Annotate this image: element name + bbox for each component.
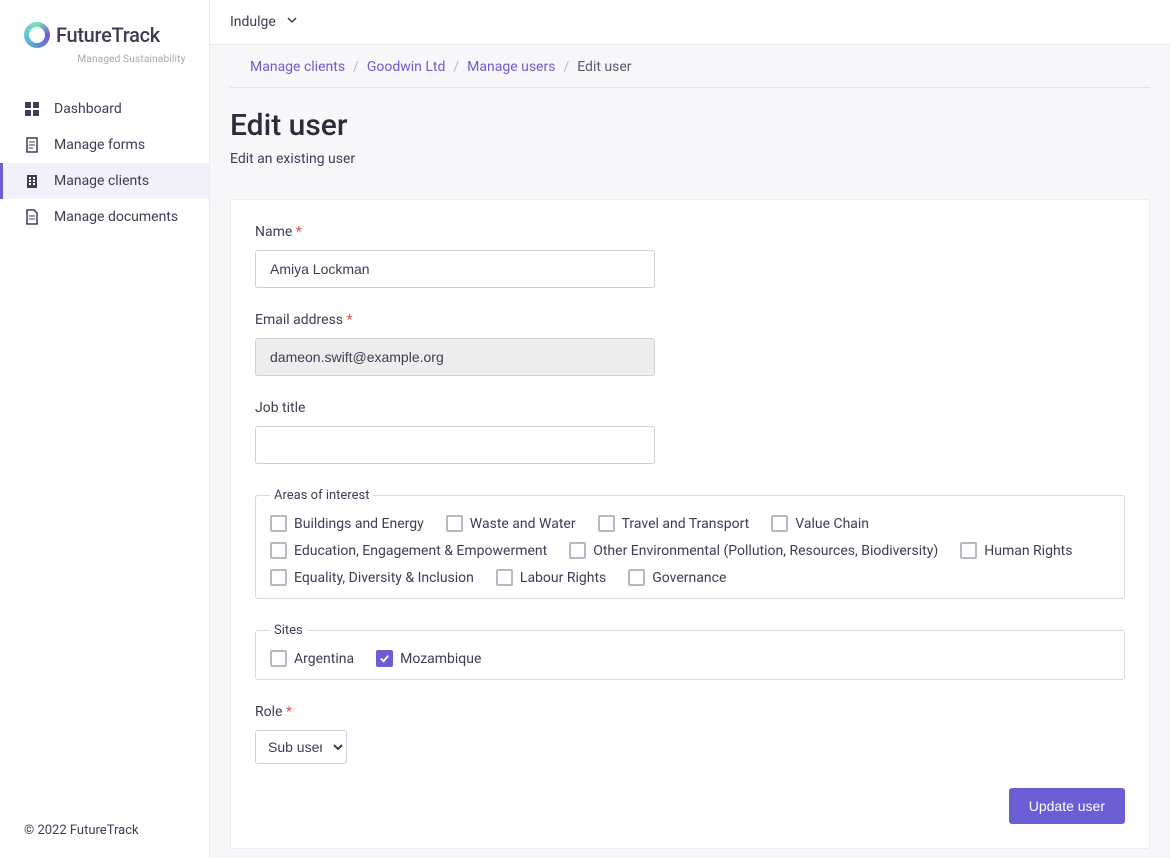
checkbox-label: Travel and Transport (622, 516, 750, 532)
sidebar-item-label: Manage documents (54, 209, 178, 225)
area-option-other-environmental[interactable]: Other Environmental (Pollution, Resource… (569, 542, 938, 559)
checkbox-label: Equality, Diversity & Inclusion (294, 570, 474, 586)
required-mark: * (347, 312, 353, 328)
checkbox-icon (270, 542, 287, 559)
checkbox-icon (446, 515, 463, 532)
sites-fieldset: Sites Argentina Mozambique (255, 623, 1125, 680)
checkbox-icon (598, 515, 615, 532)
sidebar-item-label: Dashboard (54, 101, 122, 117)
sidebar-item-label: Manage clients (54, 173, 149, 189)
checkbox-icon (569, 542, 586, 559)
breadcrumb: Manage clients / Goodwin Ltd / Manage users /… (230, 45, 1150, 88)
role-label: Role * (255, 704, 1125, 720)
checkbox-label: Value Chain (795, 516, 869, 532)
area-option-travel-transport[interactable]: Travel and Transport (598, 515, 750, 532)
checkbox-label: Waste and Water (470, 516, 576, 532)
role-select[interactable]: Sub user (255, 730, 347, 764)
org-switcher[interactable]: Indulge (230, 14, 298, 30)
sidebar-item-manage-documents[interactable]: Manage documents (0, 199, 209, 235)
topbar: Indulge (210, 0, 1170, 45)
site-option-mozambique[interactable]: Mozambique (376, 650, 481, 667)
area-option-waste-water[interactable]: Waste and Water (446, 515, 576, 532)
checkbox-icon (270, 650, 287, 667)
sidebar-item-manage-clients[interactable]: Manage clients (0, 163, 209, 199)
checkbox-label: Labour Rights (520, 570, 606, 586)
area-option-governance[interactable]: Governance (628, 569, 726, 586)
breadcrumb-separator: / (453, 59, 459, 75)
sidebar-item-label: Manage forms (54, 137, 145, 153)
sidebar-item-dashboard[interactable]: Dashboard (0, 91, 209, 127)
site-option-argentina[interactable]: Argentina (270, 650, 354, 667)
email-label: Email address * (255, 312, 1125, 328)
breadcrumb-separator: / (563, 59, 569, 75)
page-header: Edit user Edit an existing user (210, 88, 1170, 179)
org-name: Indulge (230, 14, 276, 30)
area-option-labour-rights[interactable]: Labour Rights (496, 569, 606, 586)
chevron-down-icon (286, 14, 298, 30)
checkbox-label: Other Environmental (Pollution, Resource… (593, 543, 938, 559)
logo-icon (24, 22, 50, 48)
area-option-equality[interactable]: Equality, Diversity & Inclusion (270, 569, 474, 586)
sidebar-nav: Dashboard Manage forms Manage clients Manag… (0, 91, 209, 803)
name-input[interactable] (255, 250, 655, 288)
checkbox-icon (270, 569, 287, 586)
checkbox-icon (270, 515, 287, 532)
checkbox-label: Mozambique (400, 651, 481, 667)
clients-icon (24, 173, 40, 189)
area-option-buildings-energy[interactable]: Buildings and Energy (270, 515, 424, 532)
sites-legend: Sites (270, 623, 307, 638)
breadcrumb-item: Edit user (577, 59, 631, 75)
page-subtitle: Edit an existing user (230, 151, 1150, 167)
job-title-label: Job title (255, 400, 1125, 416)
areas-of-interest-fieldset: Areas of interest Buildings and Energy Wa… (255, 488, 1125, 599)
breadcrumb-item[interactable]: Manage clients (250, 59, 345, 75)
sidebar: FutureTrack Managed Sustainability Dashb… (0, 0, 210, 858)
checkbox-icon (628, 569, 645, 586)
email-input (255, 338, 655, 376)
sidebar-item-manage-forms[interactable]: Manage forms (0, 127, 209, 163)
breadcrumb-item[interactable]: Goodwin Ltd (367, 59, 446, 75)
forms-icon (24, 137, 40, 153)
dashboard-icon (24, 101, 40, 117)
checkbox-icon (771, 515, 788, 532)
update-user-button[interactable]: Update user (1009, 788, 1125, 824)
areas-legend: Areas of interest (270, 488, 373, 503)
required-mark: * (296, 224, 302, 240)
name-label: Name * (255, 224, 1125, 240)
breadcrumb-item[interactable]: Manage users (467, 59, 555, 75)
checkbox-label: Education, Engagement & Empowerment (294, 543, 547, 559)
area-option-value-chain[interactable]: Value Chain (771, 515, 869, 532)
checkbox-label: Buildings and Energy (294, 516, 424, 532)
checkbox-icon (496, 569, 513, 586)
checkbox-label: Argentina (294, 651, 354, 667)
job-title-input[interactable] (255, 426, 655, 464)
logo-subtitle: Managed Sustainability (30, 54, 209, 65)
checkbox-icon (376, 650, 393, 667)
sidebar-footer: © 2022 FutureTrack (0, 803, 209, 858)
checkbox-label: Human Rights (984, 543, 1072, 559)
breadcrumb-separator: / (353, 59, 359, 75)
form-card: Name * Email address * Job title Areas o… (230, 199, 1150, 849)
checkbox-icon (960, 542, 977, 559)
required-mark: * (286, 704, 292, 720)
logo-title: FutureTrack (56, 24, 160, 46)
area-option-human-rights[interactable]: Human Rights (960, 542, 1072, 559)
documents-icon (24, 209, 40, 225)
page-title: Edit user (230, 108, 1150, 143)
area-option-education[interactable]: Education, Engagement & Empowerment (270, 542, 547, 559)
checkbox-label: Governance (652, 570, 726, 586)
main-content: Indulge Manage clients/Goodwin Ltd/Manag… (210, 0, 1170, 858)
